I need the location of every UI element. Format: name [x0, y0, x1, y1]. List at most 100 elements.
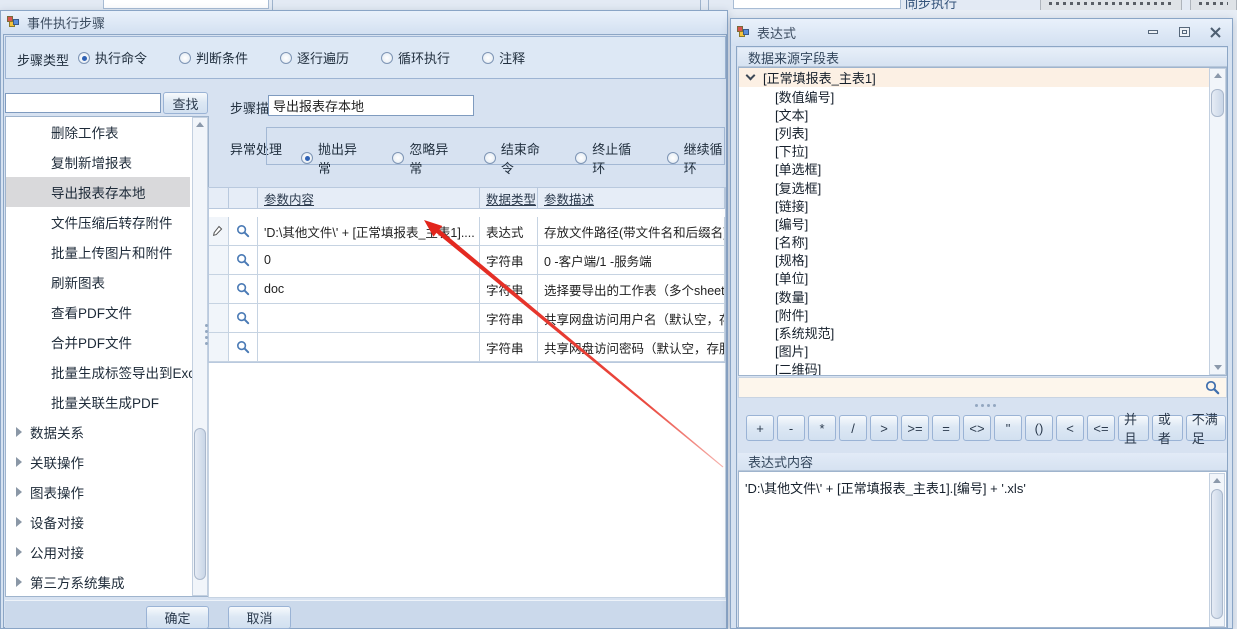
command-list-item[interactable]: 删除工作表 [6, 117, 208, 147]
splitter-handle[interactable] [975, 404, 996, 407]
command-list-item[interactable]: 文件压缩后转存附件 [6, 207, 208, 237]
tree-field-item[interactable]: [规格] [739, 251, 1226, 269]
command-group-item[interactable]: 公用对接 [6, 537, 208, 567]
expression-text[interactable]: 'D:\其他文件\' + [正常填报表_主表1].[编号] + '.xls' [745, 478, 1204, 497]
operator-button[interactable]: > [870, 415, 898, 441]
operator-button[interactable]: " [994, 415, 1022, 441]
tree-field-item[interactable]: [复选框] [739, 178, 1226, 196]
magnifier-icon[interactable] [236, 282, 250, 296]
command-group-item[interactable]: 数据关系 [6, 417, 208, 447]
command-search-input[interactable] [5, 93, 161, 113]
operator-button[interactable]: = [932, 415, 960, 441]
tree-field-item[interactable]: [附件] [739, 305, 1226, 323]
tree-field-item[interactable]: [名称] [739, 233, 1226, 251]
tree-field-item[interactable]: [数量] [739, 287, 1226, 305]
step-desc-input[interactable] [268, 95, 474, 116]
scroll-up-icon[interactable] [1210, 474, 1224, 487]
step-type-radio[interactable]: 执行命令 [78, 48, 147, 67]
exception-radio[interactable]: 抛出异常 [301, 139, 358, 177]
command-group-item[interactable]: 图表操作 [6, 477, 208, 507]
expression-editor[interactable]: 'D:\其他文件\' + [正常填报表_主表1].[编号] + '.xls' [738, 471, 1227, 628]
restore-button[interactable] [1174, 24, 1194, 40]
command-list-item[interactable]: 导出报表存本地 [6, 177, 190, 207]
tree-field-item[interactable]: [文本] [739, 105, 1226, 123]
magnifier-icon[interactable] [236, 224, 250, 238]
tree-field-item[interactable]: [链接] [739, 196, 1226, 214]
type-header[interactable]: 数据类型 [480, 188, 538, 209]
tree-field-item[interactable]: [系统规范] [739, 323, 1226, 341]
operator-button[interactable]: <= [1087, 415, 1115, 441]
step-type-radio[interactable]: 逐行遍历 [280, 48, 349, 67]
param-content-cell[interactable] [258, 304, 480, 333]
lookup-cell[interactable] [229, 275, 258, 304]
command-group-item[interactable]: 关联操作 [6, 447, 208, 477]
operator-button[interactable]: + [746, 415, 774, 441]
operator-button[interactable]: >= [901, 415, 929, 441]
command-list-item[interactable]: 批量关联生成PDF [6, 387, 208, 417]
scroll-up-icon[interactable] [193, 118, 207, 131]
scroll-down-icon[interactable] [1210, 361, 1225, 374]
field-search-box[interactable] [738, 377, 1227, 398]
cancel-button[interactable]: 取消 [228, 606, 291, 629]
exception-radio[interactable]: 继续循环 [667, 139, 724, 177]
command-list-item[interactable]: 批量生成标签导出到Exc... [6, 357, 208, 387]
command-list-item[interactable]: 合并PDF文件 [6, 327, 208, 357]
tree-scrollbar[interactable] [1209, 68, 1226, 375]
tree-root-node[interactable]: [正常填报表_主表1] [739, 68, 1226, 87]
scroll-up-icon[interactable] [1210, 69, 1225, 82]
exception-radio[interactable]: 忽略异常 [392, 139, 449, 177]
event-steps-titlebar[interactable]: 事件执行步骤 [1, 11, 727, 34]
command-list-scrollbar[interactable] [192, 117, 208, 596]
magnifier-icon[interactable] [236, 253, 250, 267]
lookup-cell[interactable] [229, 246, 258, 275]
magnifier-icon[interactable] [236, 340, 250, 354]
command-group-item[interactable]: 设备对接 [6, 507, 208, 537]
operator-button[interactable]: - [777, 415, 805, 441]
tree-field-item[interactable]: [图片] [739, 342, 1226, 360]
operator-button[interactable]: 并且 [1118, 415, 1149, 441]
param-content-cell[interactable] [258, 333, 480, 362]
tree-field-item[interactable]: [数值编号] [739, 87, 1226, 105]
command-list-item[interactable]: 查看PDF文件 [6, 297, 208, 327]
operator-button[interactable]: * [808, 415, 836, 441]
search-button[interactable]: 查找 [163, 92, 208, 114]
step-type-radio[interactable]: 注释 [482, 48, 525, 67]
ok-button[interactable]: 确定 [146, 606, 209, 629]
scrollbar-thumb[interactable] [1211, 89, 1224, 117]
lookup-cell[interactable] [229, 217, 258, 246]
step-type-radio[interactable]: 循环执行 [381, 48, 450, 67]
step-type-radio[interactable]: 判断条件 [179, 48, 248, 67]
operator-button[interactable]: <> [963, 415, 991, 441]
command-list-item[interactable]: 批量上传图片和附件 [6, 237, 208, 267]
tree-field-item[interactable]: [二维码] [739, 360, 1226, 376]
command-list-item[interactable]: 刷新图表 [6, 267, 208, 297]
lookup-cell[interactable] [229, 333, 258, 362]
tree-field-item[interactable]: [列表] [739, 123, 1226, 141]
tree-field-item[interactable]: [单选框] [739, 160, 1226, 178]
command-list-item[interactable]: 复制新增报表 [6, 147, 208, 177]
tree-field-item[interactable]: [编号] [739, 214, 1226, 232]
exception-radio[interactable]: 终止循环 [575, 139, 632, 177]
desc-header[interactable]: 参数描述 [538, 188, 725, 209]
tree-field-item[interactable]: [单位] [739, 269, 1226, 287]
close-button[interactable] [1205, 24, 1225, 40]
scrollbar-thumb[interactable] [194, 428, 206, 580]
expression-scrollbar[interactable] [1209, 473, 1225, 627]
magnifier-icon[interactable] [236, 311, 250, 325]
scrollbar-thumb[interactable] [1211, 489, 1223, 619]
param-content-cell[interactable]: 0 [258, 246, 480, 275]
exception-radio[interactable]: 结束命令 [484, 139, 541, 177]
content-header[interactable]: 参数内容 [258, 188, 480, 209]
operator-button[interactable]: < [1056, 415, 1084, 441]
operator-button[interactable]: () [1025, 415, 1053, 441]
param-content-cell[interactable]: doc [258, 275, 480, 304]
search-icon[interactable] [1205, 380, 1220, 395]
tree-field-item[interactable]: [下拉] [739, 142, 1226, 160]
param-content-cell[interactable]: 'D:\其他文件\' + [正常填报表_主表1].... [258, 217, 480, 246]
operator-button[interactable]: 不满足 [1186, 415, 1226, 441]
operator-button[interactable]: / [839, 415, 867, 441]
command-group-item[interactable]: 第三方系统集成 [6, 567, 208, 597]
operator-button[interactable]: 或者 [1152, 415, 1183, 441]
minimize-button[interactable] [1143, 24, 1163, 40]
lookup-cell[interactable] [229, 304, 258, 333]
